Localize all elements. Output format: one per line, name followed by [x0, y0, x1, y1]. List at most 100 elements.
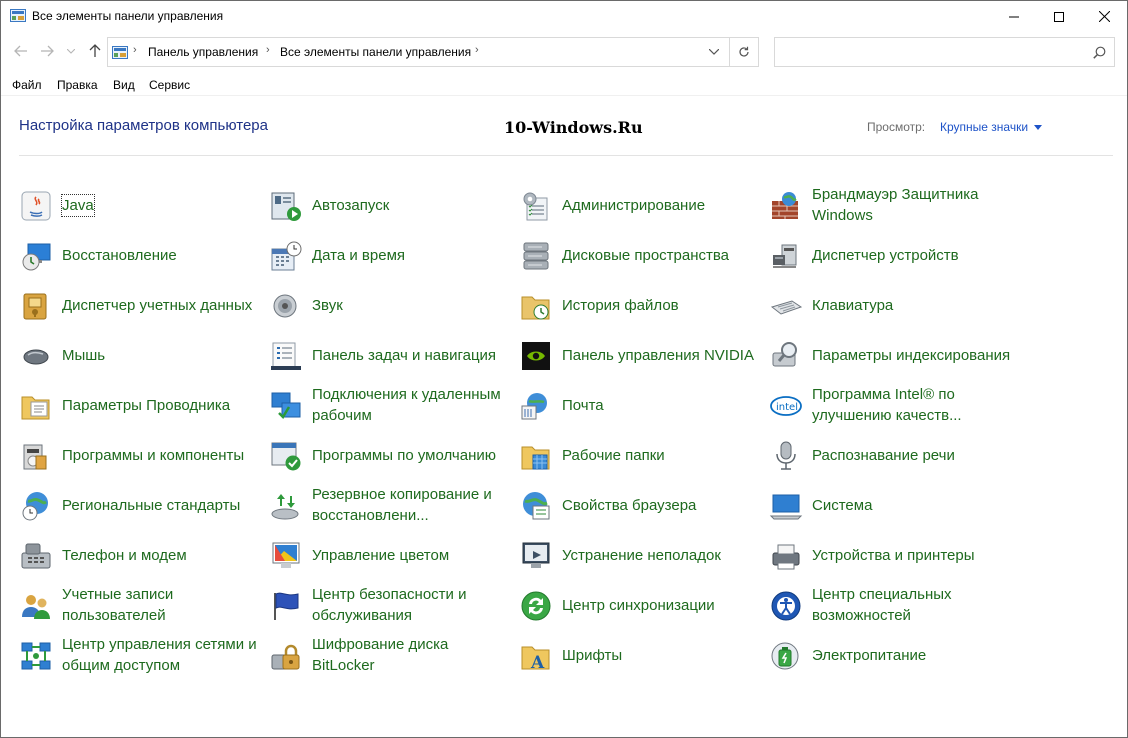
item-label: Центр безопасности и обслуживания [312, 586, 467, 624]
taskbar-icon [269, 339, 303, 373]
up-button[interactable] [86, 42, 104, 60]
control-panel-item[interactable]: Диспетчер учетных данных [19, 283, 259, 327]
control-panel-item[interactable]: Электропитание [769, 633, 1009, 677]
control-panel-item[interactable]: История файлов [519, 283, 759, 327]
refresh-button[interactable] [730, 37, 759, 67]
item-label: Управление цветом [312, 546, 450, 564]
control-panel-item[interactable]: Центр синхронизации [519, 583, 759, 627]
fonts-icon: A [519, 639, 553, 673]
control-panel-item[interactable]: Центр управления сетями и общим доступом [19, 633, 259, 677]
control-panel-icon [10, 9, 26, 22]
control-panel-item[interactable]: Автозапуск [269, 183, 509, 227]
item-label: Устройства и принтеры [812, 546, 975, 564]
breadcrumb-item[interactable]: Все элементы панели управления [280, 45, 471, 59]
navigation-bar: › Панель управления › Все элементы панел… [1, 32, 1127, 72]
control-panel-item[interactable]: Рабочие папки [519, 433, 759, 477]
control-panel-item[interactable]: Мышь [19, 333, 259, 377]
control-panel-item[interactable]: Учетные записи пользователей [19, 583, 259, 627]
device-manager-icon [769, 239, 803, 273]
file-history-icon [519, 289, 553, 323]
control-panel-item[interactable]: Дата и время [269, 233, 509, 277]
control-panel-item[interactable]: Панель управления NVIDIA [519, 333, 759, 377]
minimize-button[interactable] [991, 1, 1037, 32]
control-panel-item[interactable]: Клавиатура [769, 283, 1009, 327]
control-panel-item[interactable]: Параметры Проводника [19, 383, 259, 427]
dropdown-arrow-icon [1034, 124, 1043, 130]
control-panel-item[interactable]: Устранение неполадок [519, 533, 759, 577]
minimize-icon [1009, 16, 1019, 17]
devices-printers-icon [769, 539, 803, 573]
menu-tools[interactable]: Сервис [149, 78, 190, 92]
title-bar[interactable]: Все элементы панели управления [1, 1, 1127, 32]
control-panel-item[interactable]: Региональные стандарты [19, 483, 259, 527]
control-panel-item[interactable]: Распознавание речи [769, 433, 1009, 477]
control-panel-item[interactable]: Панель задач и навигация [269, 333, 509, 377]
search-input[interactable] [774, 37, 1115, 67]
chevron-down-icon[interactable] [709, 49, 719, 55]
control-panel-item[interactable]: Дисковые пространства [519, 233, 759, 277]
menu-bar: Файл Правка Вид Сервис [1, 72, 1127, 96]
control-panel-item[interactable]: Брандмауэр Защитника Windows [769, 183, 1009, 227]
header-divider [19, 155, 1113, 156]
control-panel-item[interactable]: A Шрифты [519, 633, 759, 677]
control-panel-item[interactable]: Диспетчер устройств [769, 233, 1009, 277]
window-title: Все элементы панели управления [32, 9, 224, 23]
control-panel-item[interactable]: Звук [269, 283, 509, 327]
control-panel-item[interactable]: Устройства и принтеры [769, 533, 1009, 577]
control-panel-item[interactable]: Почта [519, 383, 759, 427]
item-label: Программа Intel® по улучшению качеств... [812, 386, 962, 424]
maximize-button[interactable] [1036, 1, 1082, 32]
item-label: Параметры индексирования [812, 346, 1011, 364]
control-panel-item[interactable]: Администрирование [519, 183, 759, 227]
control-panel-item[interactable]: Java [19, 183, 259, 227]
breadcrumb-separator-icon: › [266, 44, 270, 56]
item-label: Рабочие папки [562, 446, 665, 464]
address-bar[interactable]: › Панель управления › Все элементы панел… [107, 37, 730, 67]
control-panel-item[interactable]: Программы и компоненты [19, 433, 259, 477]
breadcrumb-item[interactable]: Панель управления [148, 45, 258, 59]
region-icon [19, 489, 53, 523]
forward-button[interactable] [38, 42, 56, 60]
control-panel-item[interactable]: Параметры индексирования [769, 333, 1011, 377]
close-button[interactable] [1081, 1, 1127, 32]
troubleshooting-icon [519, 539, 553, 573]
microphone-icon [769, 439, 803, 473]
power-options-icon [769, 639, 803, 673]
menu-view[interactable]: Вид [113, 78, 135, 92]
search-icon [1093, 46, 1106, 59]
watermark-text: 10-Windows.Ru [504, 118, 643, 137]
control-panel-item[interactable]: Подключения к удаленным рабочим [269, 383, 509, 427]
control-panel-item[interactable]: Система [769, 483, 1009, 527]
control-panel-item[interactable]: Управление цветом [269, 533, 509, 577]
item-label: Диспетчер учетных данных [62, 296, 253, 314]
control-panel-item[interactable]: Центр безопасности и обслуживания [269, 583, 509, 627]
control-panel-item[interactable]: Восстановление [19, 233, 259, 277]
phone-modem-icon [19, 539, 53, 573]
control-panel-item[interactable]: Шифрование диска BitLocker [269, 633, 509, 677]
item-label: Программы и компоненты [62, 446, 245, 464]
programs-icon [19, 439, 53, 473]
item-label: Резервное копирование и восстановлени... [312, 486, 492, 524]
view-mode-dropdown[interactable]: Крупные значки [940, 120, 1043, 134]
default-programs-icon [269, 439, 303, 473]
control-panel-item[interactable]: Программы по умолчанию [269, 433, 509, 477]
recent-locations-button[interactable] [65, 42, 77, 60]
back-button[interactable] [12, 42, 30, 60]
control-panel-item[interactable]: Свойства браузера [519, 483, 759, 527]
item-label: Почта [562, 396, 604, 414]
keyboard-icon [769, 289, 803, 323]
network-center-icon [19, 639, 53, 673]
menu-file[interactable]: Файл [12, 78, 42, 92]
item-label: Звук [312, 296, 343, 314]
control-panel-item[interactable]: intel Программа Intel® по улучшению качес… [769, 383, 1009, 427]
control-panel-item[interactable]: Центр специальных возможностей [769, 583, 1009, 627]
item-label: Шрифты [562, 646, 623, 664]
control-panel-item[interactable]: Резервное копирование и восстановлени... [269, 483, 509, 527]
control-panel-window: Все элементы панели управления › Панель … [0, 0, 1128, 738]
backup-icon [269, 489, 303, 523]
menu-edit[interactable]: Правка [57, 78, 98, 92]
control-panel-item[interactable]: Телефон и модем [19, 533, 259, 577]
svg-text:intel: intel [776, 402, 798, 413]
item-label: Распознавание речи [812, 446, 955, 464]
system-icon [769, 489, 803, 523]
